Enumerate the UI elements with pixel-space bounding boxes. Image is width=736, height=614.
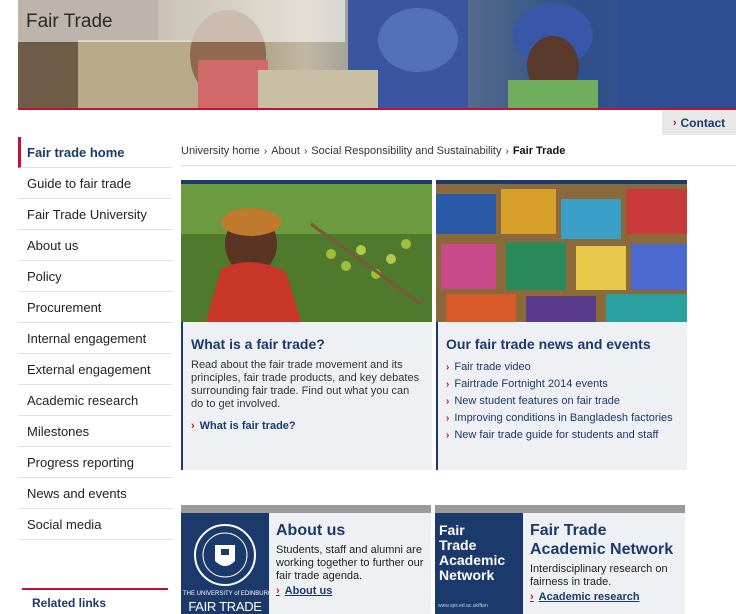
news-item[interactable]: › Improving conditions in Bangladesh fact… — [446, 410, 679, 427]
logo-line: Fair — [439, 522, 465, 538]
breadcrumb-divider — [181, 165, 736, 166]
sidebar-item-procurement[interactable]: Procurement — [18, 292, 172, 323]
card-top-bar — [181, 505, 431, 513]
sidebar-item-about-us[interactable]: About us — [18, 230, 172, 261]
breadcrumb-item[interactable]: University home — [181, 145, 260, 157]
promo-card-academic-network: Fair Trade Academic Network www.sps.ed.a… — [435, 505, 685, 614]
chevron-right-icon: › — [446, 396, 450, 407]
promo-card-title[interactable]: About us — [276, 521, 425, 540]
news-item-label: New fair trade guide for students and st… — [454, 429, 659, 441]
sidebar-item-social-media[interactable]: Social media — [18, 509, 172, 540]
card-top-bar — [435, 505, 685, 513]
academic-network-logo[interactable]: Fair Trade Academic Network www.sps.ed.a… — [435, 513, 523, 614]
card-link-label: What is fair trade? — [199, 420, 296, 432]
breadcrumb-item[interactable]: About — [271, 145, 300, 157]
what-is-fair-trade-link[interactable]: › What is fair trade? — [191, 420, 424, 432]
card-body: Our fair trade news and events › Fair tra… — [436, 322, 687, 470]
promo-card-content: About us Students, staff and alumni are … — [276, 521, 425, 597]
promo-card-link-label: About us — [284, 585, 333, 597]
sidebar-item-news-and-events[interactable]: News and events — [18, 478, 172, 509]
about-us-link[interactable]: › About us — [276, 585, 425, 597]
news-item[interactable]: › Fairtrade Fortnight 2014 events — [446, 376, 679, 393]
chevron-right-icon: › — [276, 585, 280, 597]
feature-card-what-is-fair-trade: What is a fair trade? Read about the fai… — [181, 180, 432, 470]
feature-photo-fabric-bags[interactable] — [436, 184, 687, 322]
chevron-right-icon: › — [191, 420, 195, 432]
logo-line: Network — [439, 567, 495, 583]
feature-card-news-and-events: Our fair trade news and events › Fair tra… — [436, 180, 687, 470]
promo-card-description: Interdisciplinary research on fairness i… — [530, 563, 668, 588]
promo-card-about-us: THE UNIVERSITY of EDINBURGH FAIR TRADE A… — [181, 505, 431, 614]
promo-card-content: Fair Trade Academic Network Interdiscipl… — [530, 521, 679, 603]
news-item[interactable]: › Fair trade video — [446, 359, 679, 376]
related-links-divider — [22, 588, 168, 590]
sidebar-item-external-engagement[interactable]: External engagement — [18, 354, 172, 385]
chevron-right-icon: › — [446, 379, 450, 390]
sidebar-item-academic-research[interactable]: Academic research — [18, 385, 172, 416]
news-item-label: New student features on fair trade — [454, 395, 621, 407]
header-banner: Fair Trade — [18, 0, 736, 108]
breadcrumb-item[interactable]: Social Responsibility and Sustainability — [311, 145, 501, 157]
promo-card-description: Students, staff and alumni are working t… — [276, 544, 424, 582]
news-item-label: Fair trade video — [454, 361, 531, 373]
breadcrumb-current: Fair Trade — [512, 145, 566, 157]
logo-university-text: THE UNIVERSITY of EDINBURGH — [183, 591, 277, 597]
contact-link[interactable]: › Contact — [662, 110, 736, 135]
sidebar-item-milestones[interactable]: Milestones — [18, 416, 172, 447]
promo-card-link-label: Academic research — [538, 591, 640, 603]
card-body: What is a fair trade? Read about the fai… — [181, 322, 432, 470]
news-item-label: Fairtrade Fortnight 2014 events — [454, 378, 608, 390]
contact-label: Contact — [680, 115, 726, 130]
chevron-right-icon: › — [263, 145, 268, 157]
banner-divider — [18, 108, 736, 110]
chevron-right-icon: › — [446, 413, 450, 424]
page-title: Fair Trade — [26, 11, 113, 32]
chevron-right-icon: › — [505, 145, 509, 157]
sidebar-item-fair-trade-university[interactable]: Fair Trade University — [18, 199, 172, 230]
sidebar-item-policy[interactable]: Policy — [18, 261, 172, 292]
news-item-label: Improving conditions in Bangladesh facto… — [454, 412, 673, 424]
sidebar-item-progress-reporting[interactable]: Progress reporting — [18, 447, 172, 478]
feature-photo-coffee-picker[interactable] — [181, 184, 432, 322]
academic-research-link[interactable]: › Academic research — [530, 591, 679, 603]
card-description: Read about the fair trade movement and i… — [191, 359, 420, 410]
logo-line: Academic — [439, 552, 506, 568]
logo-line: Trade — [439, 537, 477, 553]
chevron-right-icon: › — [530, 591, 534, 603]
news-list: › Fair trade video › Fairtrade Fortnight 2… — [446, 359, 679, 444]
chevron-right-icon: › — [446, 430, 450, 441]
logo-fair-trade-text: FAIR TRADE — [188, 599, 262, 614]
chevron-right-icon: › — [303, 145, 308, 157]
related-links-heading: Related links — [32, 596, 107, 610]
sidebar-nav: Fair trade home Guide to fair trade Fair… — [18, 137, 172, 540]
chevron-right-icon: › — [446, 362, 450, 373]
breadcrumb: University home › About › Social Respons… — [181, 145, 565, 157]
chevron-right-icon: › — [672, 116, 677, 129]
card-title[interactable]: What is a fair trade? — [191, 336, 424, 352]
logo-url-text: www.sps.ed.ac.uk/ftan — [438, 603, 488, 609]
promo-card-title[interactable]: Fair Trade Academic Network — [530, 521, 679, 559]
sidebar-item-fair-trade-home[interactable]: Fair trade home — [18, 137, 172, 168]
card-title[interactable]: Our fair trade news and events — [446, 336, 679, 352]
news-item[interactable]: › New fair trade guide for students and s… — [446, 427, 679, 444]
university-crest-logo[interactable]: THE UNIVERSITY of EDINBURGH FAIR TRADE — [181, 513, 277, 614]
news-item[interactable]: › New student features on fair trade — [446, 393, 679, 410]
sidebar-item-guide[interactable]: Guide to fair trade — [18, 168, 172, 199]
sidebar-item-internal-engagement[interactable]: Internal engagement — [18, 323, 172, 354]
